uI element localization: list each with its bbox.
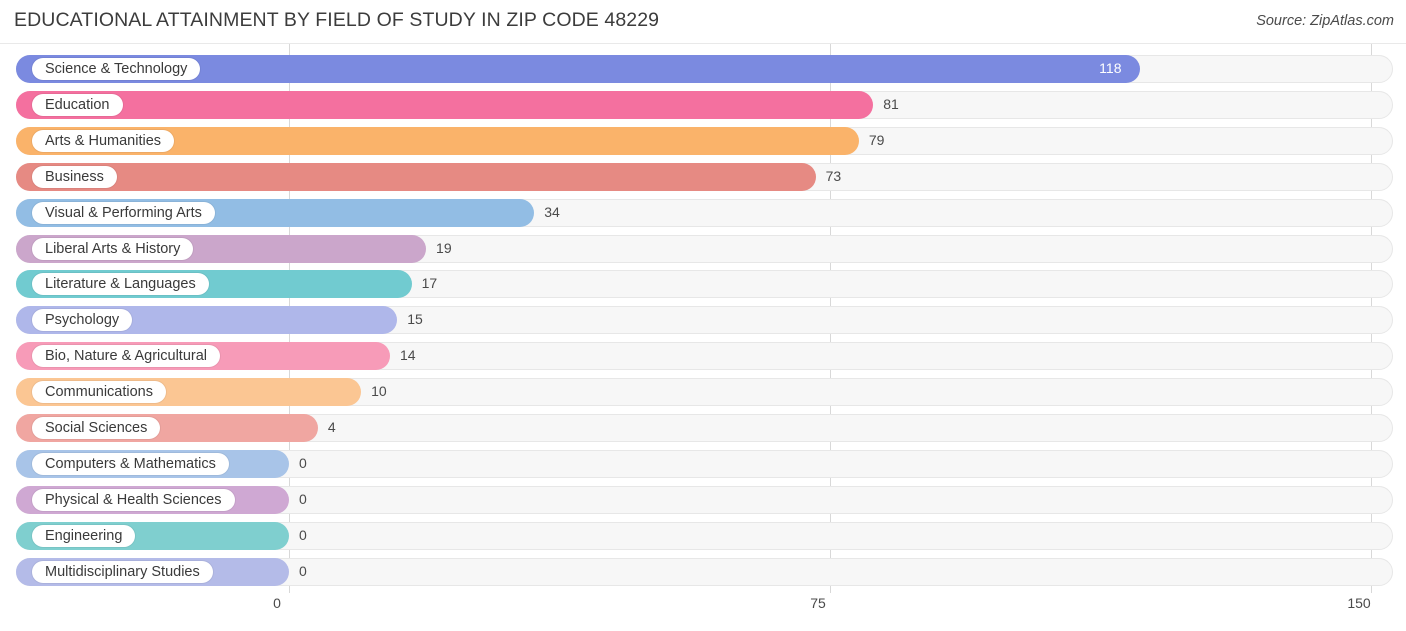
category-label: Liberal Arts & History <box>32 237 194 260</box>
x-tick-label: 150 <box>1347 595 1371 611</box>
bar-value-inside: 118 <box>1099 60 1122 76</box>
bar-value: 0 <box>299 490 307 507</box>
bar-row: Multidisciplinary Studies 0 <box>0 554 1406 590</box>
bar-value: 34 <box>544 203 560 220</box>
category-label: Literature & Languages <box>32 273 209 296</box>
bar-chart-plot: Science & Technology 118 Education 81 Arts &… <box>0 44 1406 593</box>
bar-value: 81 <box>883 95 899 112</box>
bar-row: Business 73 <box>0 159 1406 195</box>
bar-row: Social Sciences 4 <box>0 410 1406 446</box>
bar <box>16 90 874 119</box>
bar-value: 14 <box>399 347 416 364</box>
bar-row: Science & Technology 118 <box>0 51 1406 87</box>
bar-row: Arts & Humanities 79 <box>0 123 1406 159</box>
bar-row: Engineering 0 <box>0 518 1406 554</box>
bar-value: 19 <box>436 239 452 256</box>
x-tick-label: 75 <box>810 595 826 611</box>
page-title: EDUCATIONAL ATTAINMENT BY FIELD OF STUDY… <box>14 9 660 31</box>
category-label: Engineering <box>32 524 136 547</box>
chart-header: EDUCATIONAL ATTAINMENT BY FIELD OF STUDY… <box>0 0 1406 44</box>
category-label: Psychology <box>32 309 133 332</box>
bar-value: 0 <box>299 526 307 543</box>
bar-row: Education 81 <box>0 87 1406 123</box>
bar-row: Computers & Mathematics 0 <box>0 446 1406 482</box>
bar-row: Bio, Nature & Agricultural 14 <box>0 338 1406 374</box>
bar-row: Literature & Languages 17 <box>0 266 1406 302</box>
bar-value: 15 <box>407 311 423 328</box>
category-label: Bio, Nature & Agricultural <box>32 345 220 368</box>
bar-value: 4 <box>327 419 336 435</box>
category-label: Science & Technology <box>32 58 201 80</box>
bar-row: Psychology 15 <box>0 302 1406 338</box>
source-attribution: Source: ZipAtlas.com <box>1256 13 1394 29</box>
bar-value: 0 <box>299 562 307 579</box>
bar-value: 17 <box>421 275 438 292</box>
bar-row: Communications 10 <box>0 374 1406 410</box>
category-label: Arts & Humanities <box>32 129 175 152</box>
category-label: Business <box>32 165 117 188</box>
bar-value: 73 <box>825 167 842 184</box>
bar <box>16 162 816 191</box>
category-label: Education <box>32 93 123 116</box>
x-tick-label: 0 <box>273 595 281 611</box>
bar-row: Visual & Performing Arts 34 <box>0 195 1406 231</box>
bar-row: Liberal Arts & History 19 <box>0 231 1406 267</box>
category-label: Multidisciplinary Studies <box>32 560 213 583</box>
category-label: Physical & Health Sciences <box>32 488 235 511</box>
category-label: Communications <box>32 381 166 404</box>
bar-value: 0 <box>299 454 307 471</box>
bar-value: 79 <box>868 131 885 148</box>
x-axis: 0 75 150 <box>0 593 1406 631</box>
category-label: Computers & Mathematics <box>32 452 229 475</box>
bar-value: 10 <box>371 383 387 400</box>
category-label: Social Sciences <box>32 417 161 439</box>
bar-row: Physical & Health Sciences 0 <box>0 482 1406 518</box>
category-label: Visual & Performing Arts <box>32 201 215 224</box>
